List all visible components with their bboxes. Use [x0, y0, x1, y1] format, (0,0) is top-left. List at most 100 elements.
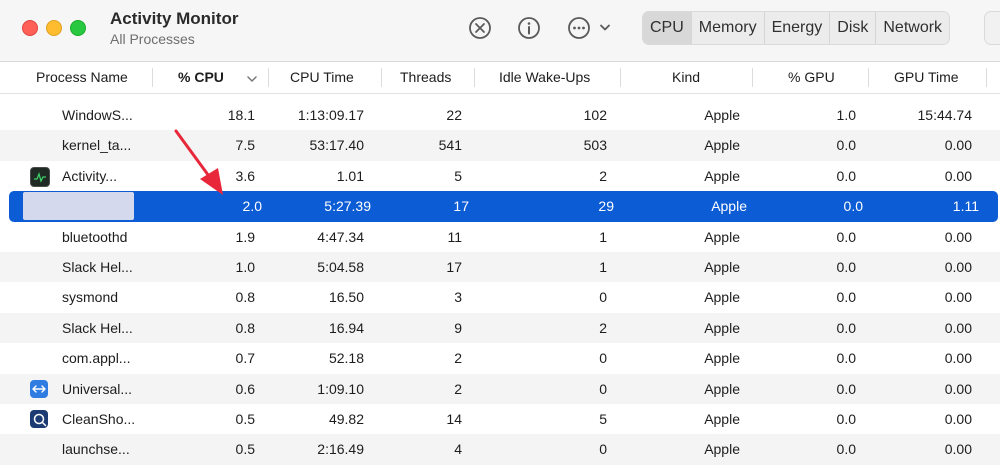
idle-wake-ups-value: 0: [599, 289, 607, 306]
cpu-value: 2.0: [242, 198, 262, 215]
threads-value: 14: [446, 410, 462, 427]
column-cpu[interactable]: % CPU: [178, 62, 224, 93]
gpu-value: 0.0: [843, 198, 863, 215]
table-row[interactable]: CleanSho... 0.5 49.82 14 5 Apple 0.0 0.0…: [0, 404, 1000, 434]
cpu-time-value: 53:17.40: [309, 137, 365, 154]
column-divider[interactable]: [474, 68, 475, 87]
gpu-time-value: 0.00: [944, 289, 972, 306]
kind-value: Apple: [704, 350, 740, 367]
idle-wake-ups-value: 0: [599, 380, 607, 397]
table-row[interactable]: Activity... 3.6 1.01 5 2 Apple 0.0 0.00: [0, 161, 1000, 191]
tab-memory[interactable]: Memory: [692, 12, 765, 44]
column-divider[interactable]: [152, 68, 153, 87]
redacted-process-name: [23, 192, 134, 221]
table-row-selected[interactable]: 2.0 5:27.39 17 29 Apple 0.0 1.11: [9, 191, 998, 222]
activity-monitor-window: Activity Monitor All Processes CPU Memor…: [0, 0, 1000, 472]
ellipsis-circle-icon[interactable]: [566, 15, 616, 41]
info-icon[interactable]: [516, 15, 542, 41]
cpu-value: 18.1: [227, 107, 255, 123]
column-divider[interactable]: [268, 68, 269, 87]
cpu-time-value: 1:13:09.17: [297, 107, 364, 123]
table-row[interactable]: kernel_ta... 7.5 53:17.40 541 503 Apple …: [0, 130, 1000, 161]
app-subtitle[interactable]: All Processes: [110, 31, 195, 47]
cleanshot-icon: [30, 409, 48, 428]
process-name: WindowS...: [62, 107, 133, 123]
process-name: sysmond: [62, 289, 119, 306]
title-bar: Activity Monitor All Processes CPU Memor…: [0, 0, 1000, 62]
idle-wake-ups-value: 0: [599, 441, 607, 458]
tab-energy[interactable]: Energy: [765, 12, 831, 44]
gpu-time-value: 0.00: [944, 441, 972, 458]
table-row[interactable]: Slack Hel... 0.8 16.94 9 2 Apple 0.0 0.0…: [0, 312, 1000, 344]
gpu-time-value: 0.00: [944, 410, 972, 427]
cpu-time-value: 5:27.39: [324, 198, 371, 215]
gpu-value: 0.0: [836, 380, 856, 397]
process-name: CleanSho...: [62, 410, 136, 427]
column-divider[interactable]: [752, 68, 753, 87]
tab-bar: CPU Memory Energy Disk Network: [642, 11, 951, 45]
gpu-time-value: 15:44.74: [917, 107, 973, 123]
minimize-window-button[interactable]: [46, 20, 62, 36]
column-divider[interactable]: [868, 68, 869, 87]
activity-monitor-icon: [30, 166, 50, 187]
gpu-value: 0.0: [836, 258, 856, 275]
gpu-time-value: 0.00: [944, 228, 972, 245]
table-row[interactable]: WindowS... 18.1 1:13:09.17 22 102 Apple …: [0, 100, 1000, 130]
cpu-time-value: 16.50: [328, 289, 364, 306]
cpu-time-value: 16.94: [328, 319, 364, 336]
table-row[interactable]: launchse... 0.5 2:16.49 4 0 Apple 0.0 0.…: [0, 434, 1000, 465]
threads-value: 4: [454, 441, 462, 458]
chevron-down-icon[interactable]: [246, 72, 258, 84]
cpu-time-value: 4:47.34: [317, 228, 364, 245]
tab-disk[interactable]: Disk: [830, 12, 877, 44]
table-row[interactable]: Slack Hel... 1.0 5:04.58 17 1 Apple 0.0 …: [0, 251, 1000, 283]
tab-network[interactable]: Network: [876, 12, 949, 44]
cpu-time-value: 5:04.58: [317, 258, 364, 275]
process-name: Slack Hel...: [62, 319, 133, 336]
column-gpu[interactable]: % GPU: [788, 62, 835, 93]
cpu-value: 0.6: [235, 380, 255, 397]
threads-value: 2: [454, 350, 462, 367]
close-window-button[interactable]: [22, 20, 38, 36]
kind-value: Apple: [704, 228, 740, 245]
x-circle-icon[interactable]: [467, 15, 493, 41]
zoom-window-button[interactable]: [70, 20, 86, 36]
column-cpu-time[interactable]: CPU Time: [290, 62, 354, 93]
cpu-time-value: 2:16.49: [317, 441, 364, 458]
kind-value: Apple: [704, 107, 740, 123]
column-kind[interactable]: Kind: [672, 62, 700, 93]
column-process-name[interactable]: Process Name: [36, 62, 128, 93]
cpu-time-value: 1:09.10: [317, 380, 364, 397]
column-threads[interactable]: Threads: [400, 62, 451, 93]
gpu-value: 0.0: [836, 289, 856, 306]
gpu-value: 0.0: [836, 441, 856, 458]
gpu-time-value: 1.11: [952, 198, 979, 215]
table-row[interactable]: Universal... 0.6 1:09.10 2 0 Apple 0.0 0…: [0, 373, 1000, 404]
table-header: Process Name % CPU CPU Time Threads Idle…: [0, 62, 1000, 94]
table-row[interactable]: sysmond 0.8 16.50 3 0 Apple 0.0 0.00: [0, 282, 1000, 312]
search-field-edge[interactable]: [984, 11, 1000, 45]
gpu-time-value: 0.00: [944, 137, 972, 154]
idle-wake-ups-value: 503: [583, 137, 607, 154]
idle-wake-ups-value: 5: [599, 410, 607, 427]
kind-value: Apple: [704, 167, 740, 184]
column-divider[interactable]: [620, 68, 621, 87]
column-gpu-time[interactable]: GPU Time: [894, 62, 959, 93]
table-row[interactable]: bluetoothd 1.9 4:47.34 11 1 Apple 0.0 0.…: [0, 222, 1000, 252]
threads-value: 9: [454, 319, 462, 336]
threads-value: 17: [453, 198, 469, 215]
kind-value: Apple: [704, 319, 740, 336]
idle-wake-ups-value: 1: [599, 258, 607, 275]
tab-cpu[interactable]: CPU: [643, 12, 692, 44]
column-divider[interactable]: [381, 68, 382, 87]
table-row[interactable]: com.appl... 0.7 52.18 2 0 Apple 0.0 0.00: [0, 343, 1000, 373]
column-divider[interactable]: [986, 68, 987, 87]
idle-wake-ups-value: 29: [598, 198, 614, 215]
process-name: Activity...: [62, 167, 117, 184]
threads-value: 3: [454, 289, 462, 306]
gpu-value: 0.0: [836, 350, 856, 367]
threads-value: 2: [454, 380, 462, 397]
column-idle-wake-ups[interactable]: Idle Wake-Ups: [499, 62, 590, 93]
app-title: Activity Monitor: [110, 9, 239, 28]
idle-wake-ups-value: 2: [599, 167, 607, 184]
